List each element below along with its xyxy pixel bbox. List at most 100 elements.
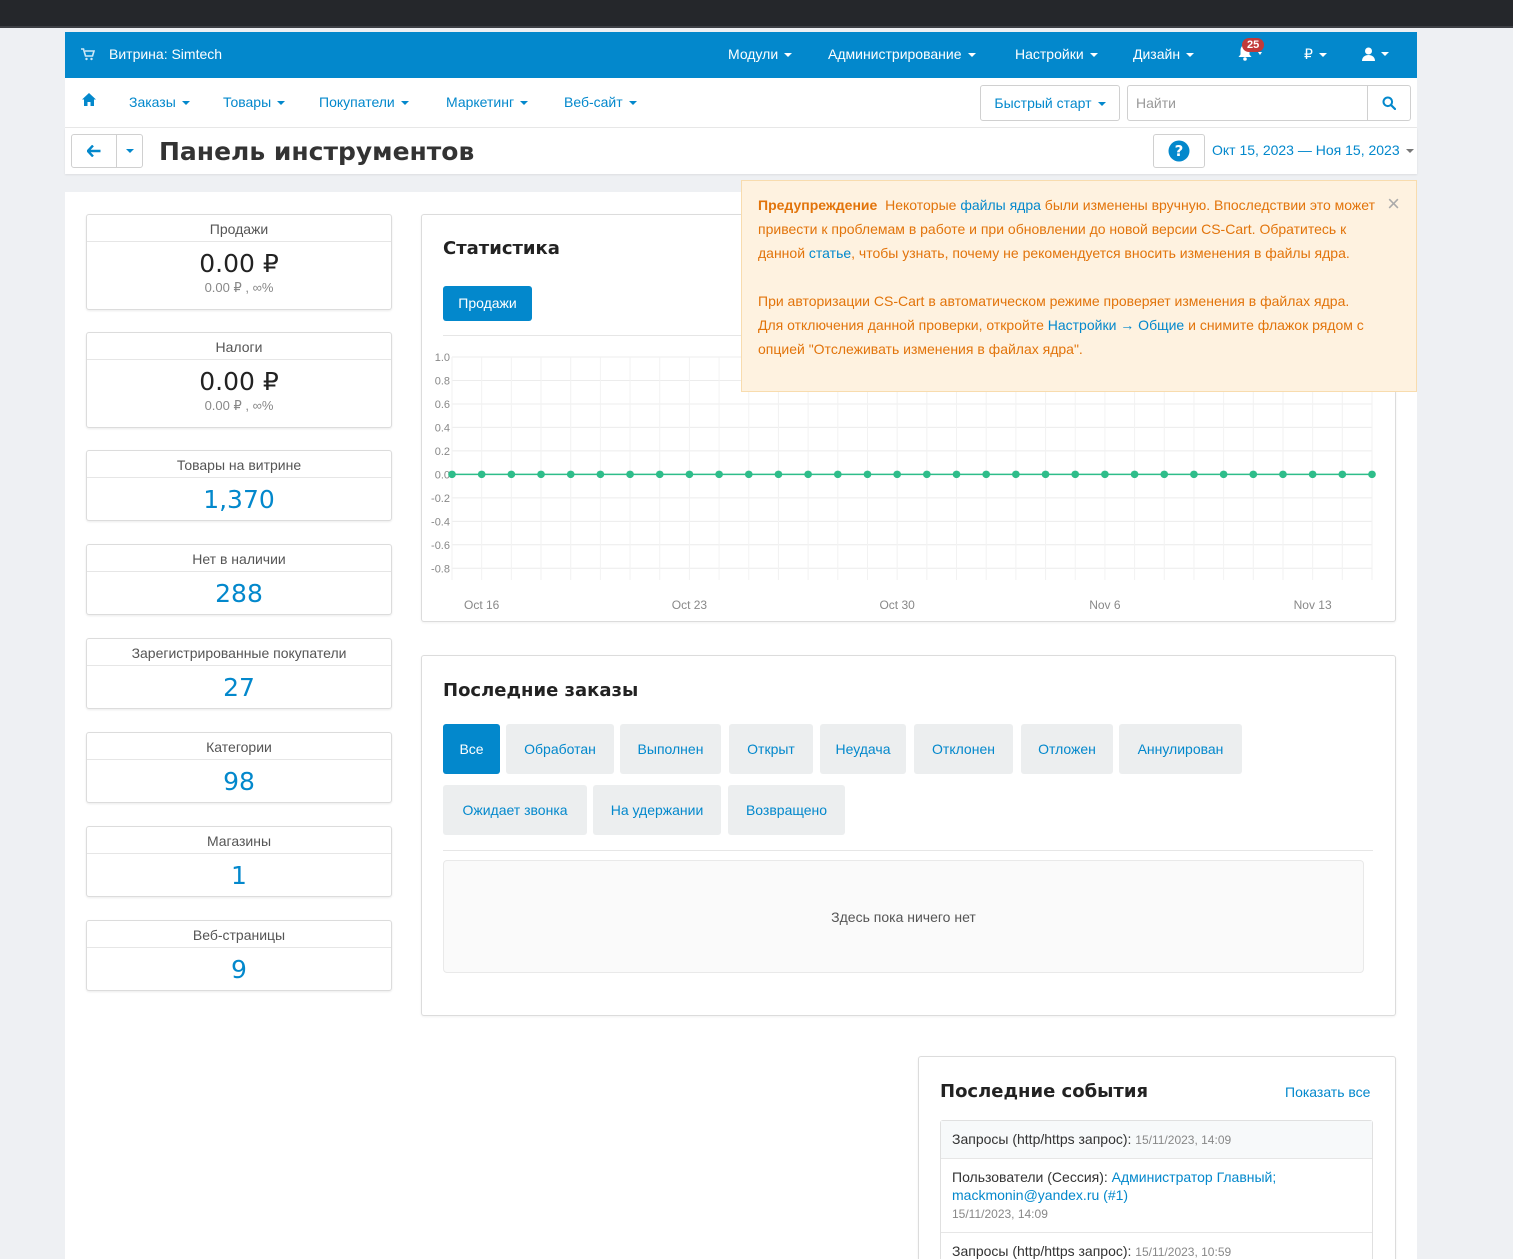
stat-value[interactable]: 9	[87, 948, 391, 984]
stat-value[interactable]: 1	[87, 854, 391, 890]
search-button[interactable]	[1367, 85, 1411, 121]
data-point	[1249, 470, 1258, 479]
divider	[443, 850, 1373, 851]
data-point	[1190, 470, 1198, 479]
back-button[interactable]	[71, 134, 117, 168]
core-files-link[interactable]: файлы ядра	[960, 197, 1041, 213]
stat-categories[interactable]: Категории 98	[86, 732, 392, 803]
stat-sales[interactable]: Продажи 0.00 ₽ 0.00 ₽ , ∞%	[86, 214, 392, 310]
settings-general-link[interactable]: Настройки → Общие	[1048, 317, 1184, 333]
stat-stores[interactable]: Магазины 1	[86, 826, 392, 897]
menu-design[interactable]: Дизайн	[1133, 46, 1195, 62]
data-point	[1130, 470, 1139, 479]
event-time: 15/11/2023, 14:09	[1135, 1133, 1232, 1147]
stat-value[interactable]: 27	[87, 666, 391, 702]
menu-settings[interactable]: Настройки	[1015, 46, 1098, 62]
question-circle-icon: ?	[1168, 140, 1190, 162]
tab-on-hold[interactable]: На удержании	[593, 785, 721, 835]
article-link[interactable]: статье	[809, 245, 851, 261]
data-point	[448, 470, 456, 479]
data-point	[1338, 470, 1347, 479]
data-point	[952, 470, 961, 479]
stat-value[interactable]: 98	[87, 760, 391, 796]
data-point	[477, 470, 486, 479]
tab-complete[interactable]: Выполнен	[620, 724, 721, 774]
tab-declined[interactable]: Отклонен	[914, 724, 1013, 774]
stat-value[interactable]: 288	[87, 572, 391, 608]
list-item: Запросы (http/https запрос): 15/11/2023,…	[941, 1121, 1372, 1159]
nav-customers[interactable]: Покупатели	[319, 94, 409, 110]
nav-website[interactable]: Веб-сайт	[564, 94, 637, 110]
y-tick-label: 0.2	[435, 446, 450, 458]
os-title-bar	[0, 0, 1513, 28]
data-point	[507, 470, 516, 479]
data-point	[774, 470, 783, 479]
user-menu[interactable]	[1362, 45, 1389, 62]
data-point	[1101, 470, 1109, 479]
menu-modules[interactable]: Модули	[728, 46, 793, 62]
y-tick-label: 0.6	[435, 399, 450, 411]
y-tick-label: -0.4	[431, 516, 450, 528]
close-icon[interactable]: ×	[1387, 193, 1400, 215]
stat-out-of-stock[interactable]: Нет в наличии 288	[86, 544, 392, 615]
nav-orders[interactable]: Заказы	[129, 94, 190, 110]
tab-backordered[interactable]: Отложен	[1021, 724, 1113, 774]
home-link[interactable]	[82, 93, 96, 109]
y-tick-label: -0.8	[431, 563, 450, 575]
stat-label: Налоги	[87, 333, 391, 360]
nav-products[interactable]: Товары	[223, 94, 286, 110]
x-tick-label: Nov 6	[1089, 598, 1121, 612]
event-type: Пользователи (Сессия):	[952, 1169, 1108, 1185]
quick-start-button[interactable]: Быстрый старт	[980, 85, 1120, 121]
data-point	[1160, 470, 1169, 479]
data-point	[923, 470, 931, 479]
stat-value[interactable]: 1,370	[87, 478, 391, 514]
date-range-picker[interactable]: Окт 15, 2023 — Ноя 15, 2023	[1212, 142, 1414, 158]
stat-label: Веб-страницы	[87, 921, 391, 948]
stat-label: Магазины	[87, 827, 391, 854]
top-bar: Витрина: Simtech Модули Администрировани…	[65, 32, 1417, 78]
warning-notification: Предупреждение Некоторые файлы ядра были…	[741, 180, 1417, 392]
notifications-badge: 25	[1242, 38, 1265, 52]
tab-failed[interactable]: Неудача	[820, 724, 906, 774]
currency-selector[interactable]: ₽	[1304, 46, 1327, 63]
stat-registered-customers[interactable]: Зарегистрированные покупатели 27	[86, 638, 392, 709]
list-item: Пользователи (Сессия): Администратор Гла…	[941, 1159, 1372, 1233]
x-tick-label: Nov 13	[1294, 598, 1332, 612]
show-all-link[interactable]: Показать все	[1285, 1084, 1370, 1100]
menu-administration[interactable]: Администрирование	[828, 46, 976, 62]
data-point	[566, 470, 575, 479]
y-tick-label: 0.8	[435, 375, 450, 387]
stat-taxes[interactable]: Налоги 0.00 ₽ 0.00 ₽ , ∞%	[86, 332, 392, 428]
tab-returned[interactable]: Возвращено	[728, 785, 845, 835]
tab-open[interactable]: Открыт	[729, 724, 813, 774]
stat-label: Товары на витрине	[87, 451, 391, 478]
search-icon	[1382, 96, 1396, 110]
back-dropdown-button[interactable]	[116, 134, 143, 168]
search-input[interactable]	[1127, 85, 1369, 121]
user-icon	[1362, 47, 1375, 62]
storefront-link[interactable]: Витрина: Simtech	[81, 46, 222, 62]
data-point	[863, 470, 872, 479]
stat-products[interactable]: Товары на витрине 1,370	[86, 450, 392, 521]
tab-processed[interactable]: Обработан	[506, 724, 614, 774]
stat-sub: 0.00 ₽ , ∞%	[204, 398, 274, 413]
tab-awaiting-call[interactable]: Ожидает звонка	[443, 785, 587, 835]
tab-all[interactable]: Все	[443, 724, 500, 774]
event-time: 15/11/2023, 10:59	[1135, 1245, 1232, 1259]
home-icon	[82, 93, 96, 106]
nav-marketing[interactable]: Маркетинг	[446, 94, 529, 110]
recent-events-panel: Последние события Показать все Запросы (…	[918, 1056, 1396, 1259]
data-point	[744, 470, 753, 479]
stat-web-pages[interactable]: Веб-страницы 9	[86, 920, 392, 991]
warning-paragraph: Предупреждение Некоторые файлы ядра были…	[758, 197, 1375, 261]
stat-label: Нет в наличии	[87, 545, 391, 572]
svg-text:?: ?	[1175, 142, 1184, 160]
tab-canceled[interactable]: Аннулирован	[1119, 724, 1242, 774]
data-point	[834, 470, 842, 479]
list-item: Запросы (http/https запрос): 15/11/2023,…	[941, 1233, 1372, 1259]
data-point	[626, 470, 634, 479]
title-bar: Панель инструментов ? Окт 15, 2023 — Ноя…	[65, 128, 1417, 174]
help-button[interactable]: ?	[1153, 134, 1205, 168]
data-point	[655, 470, 664, 479]
